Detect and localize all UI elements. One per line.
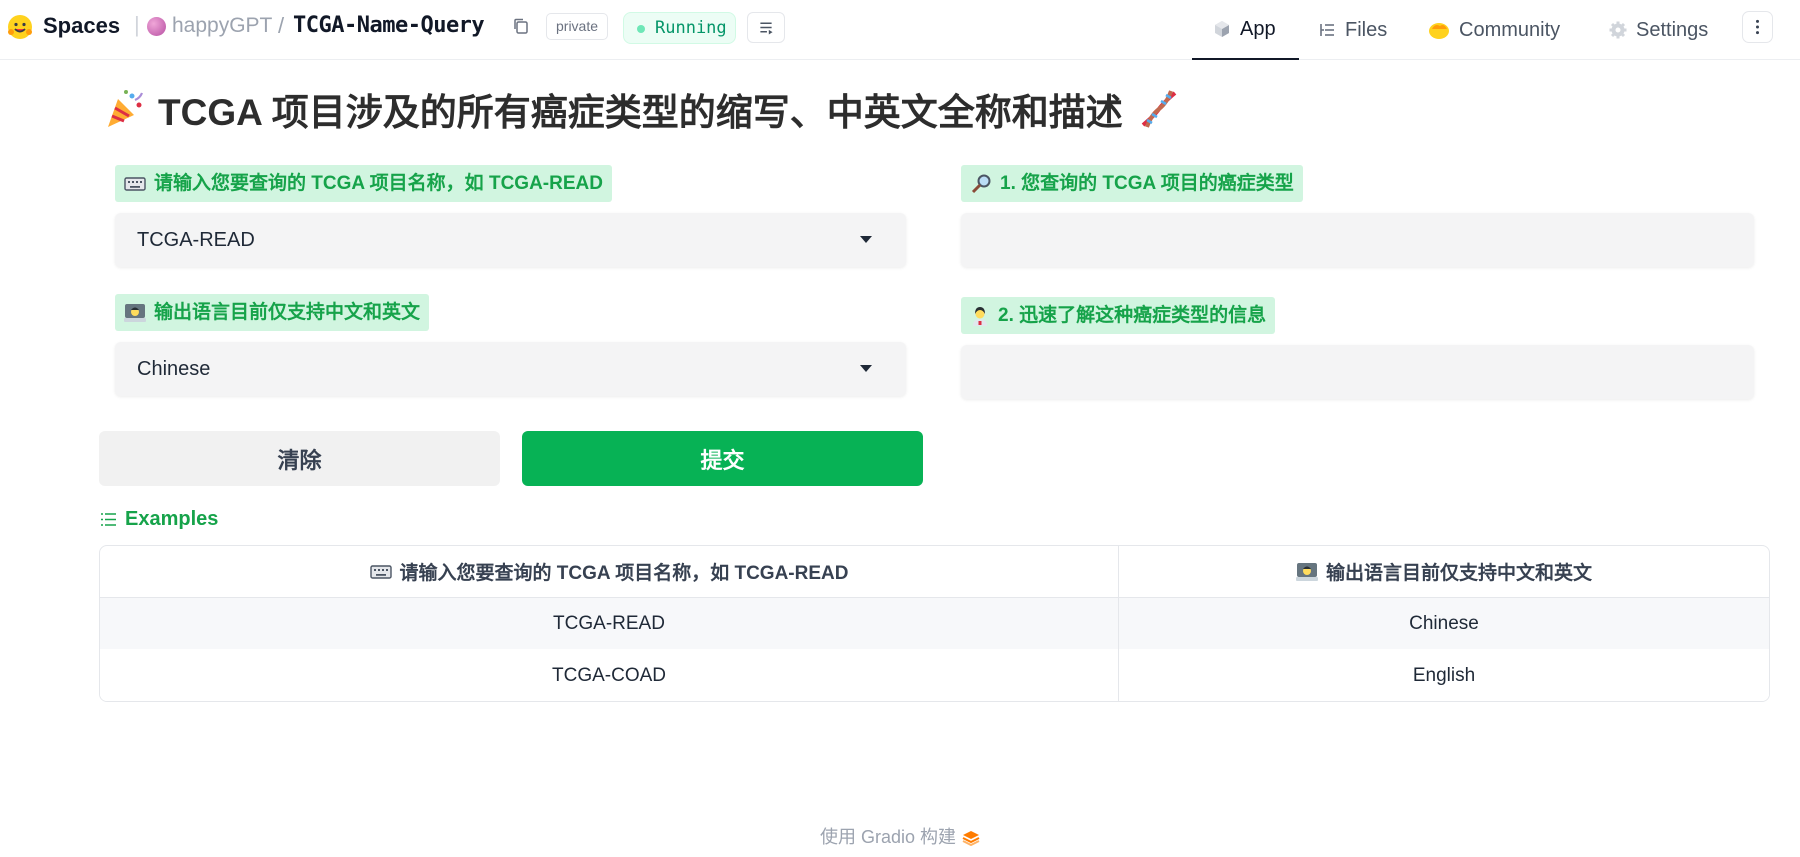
language-input-label: 输出语言目前仅支持中文和英文 [115,294,430,331]
table-header-row: 请输入您要查询的 TCGA 项目名称，如 TCGA-READ 输出语言目前仅支持… [100,546,1769,598]
status-badge[interactable]: Running [623,12,736,44]
tab-community[interactable]: Community [1428,0,1560,60]
clear-button[interactable]: 清除 [99,431,500,486]
hugging-face-logo-icon[interactable] [6,13,34,41]
path-separator: / [278,13,285,38]
table-cell[interactable]: TCGA-READ [100,598,1119,649]
submit-button[interactable]: 提交 [522,431,923,486]
technologist-icon [1295,562,1318,581]
info-output[interactable] [961,345,1754,399]
table-header-text: 输出语言目前仅支持中文和英文 [1325,563,1592,584]
info-output-label-text: 2. 迅速了解这种癌症类型的信息 [998,305,1267,326]
table-cell[interactable]: English [1119,649,1769,701]
technologist-icon [124,303,146,322]
keyboard-icon [124,176,146,191]
keyboard-icon [369,564,392,579]
project-dropdown[interactable]: TCGA-READ [115,213,906,267]
status-dot-icon [637,25,645,33]
magnifier-icon [971,174,991,193]
logs-button[interactable] [747,12,785,43]
list-icon [101,513,116,526]
page-title-text: TCGA 项目涉及的所有癌症类型的缩写、中英文全称和描述 [158,92,1123,133]
info-output-label: 2. 迅速了解这种癌症类型的信息 [961,297,1276,334]
table-row[interactable]: TCGA-READ Chinese [100,598,1769,649]
language-dropdown-value: Chinese [137,358,211,380]
dna-icon [1141,90,1177,128]
tab-files[interactable]: Files [1318,0,1387,60]
status-text: Running [655,18,727,38]
tab-files-label: Files [1345,18,1388,41]
top-navigation-bar: Spaces | happyGPT / TCGA-Name-Query priv… [0,0,1800,60]
cancer-type-output[interactable] [961,213,1754,267]
owner-avatar[interactable] [147,17,166,36]
tab-community-label: Community [1459,18,1561,41]
divider: | [134,12,140,37]
project-input-label: 请输入您要查询的 TCGA 项目名称，如 TCGA-READ [115,165,612,202]
language-input-label-text: 输出语言目前仅支持中文和英文 [154,302,421,323]
chevron-down-icon[interactable] [860,236,872,243]
table-header-cell: 输出语言目前仅支持中文和英文 [1119,546,1769,597]
project-dropdown-value: TCGA-READ [137,229,255,251]
table-row[interactable]: TCGA-COAD English [100,649,1769,701]
cube-icon [1215,21,1229,37]
tab-settings[interactable]: Settings [1609,0,1708,60]
project-input-label-text: 请输入您要查询的 TCGA 项目名称，如 TCGA-READ [154,173,603,194]
examples-table: 请输入您要查询的 TCGA 项目名称，如 TCGA-READ 输出语言目前仅支持… [99,545,1770,702]
community-icon [1429,23,1449,39]
examples-heading: Examples [100,508,218,531]
spaces-link[interactable]: Spaces [43,13,120,39]
footer-link[interactable]: 使用 Gradio 构建 [820,827,956,847]
tab-settings-label: Settings [1636,18,1709,41]
health-worker-icon [973,306,987,326]
table-cell[interactable]: Chinese [1119,598,1769,649]
party-popper-icon [108,90,144,127]
cancer-type-output-label-text: 1. 您查询的 TCGA 项目的癌症类型 [1000,173,1294,194]
copy-icon[interactable] [512,17,530,35]
owner-link[interactable]: happyGPT [172,14,272,38]
visibility-badge: private [546,13,609,40]
repo-name-link[interactable]: TCGA-Name-Query [293,13,485,38]
page-title: TCGA 项目涉及的所有癌症类型的缩写、中英文全称和描述 [102,82,1181,136]
more-options-button[interactable] [1742,11,1773,43]
cancer-type-output-label: 1. 您查询的 TCGA 项目的癌症类型 [961,165,1303,202]
gradio-logo-icon [962,831,980,847]
examples-heading-text: Examples [125,508,219,530]
chevron-down-icon[interactable] [860,365,872,372]
tab-app-label: App [1240,17,1276,40]
table-cell[interactable]: TCGA-COAD [100,649,1119,701]
gear-icon [1609,21,1627,39]
tab-app[interactable]: App [1192,0,1299,60]
files-icon [1320,24,1334,36]
table-header-text: 请输入您要查询的 TCGA 项目名称，如 TCGA-READ [399,563,849,584]
footer: 使用 Gradio 构建 [0,823,1800,849]
table-header-cell: 请输入您要查询的 TCGA 项目名称，如 TCGA-READ [100,546,1119,597]
language-dropdown[interactable]: Chinese [115,342,906,396]
